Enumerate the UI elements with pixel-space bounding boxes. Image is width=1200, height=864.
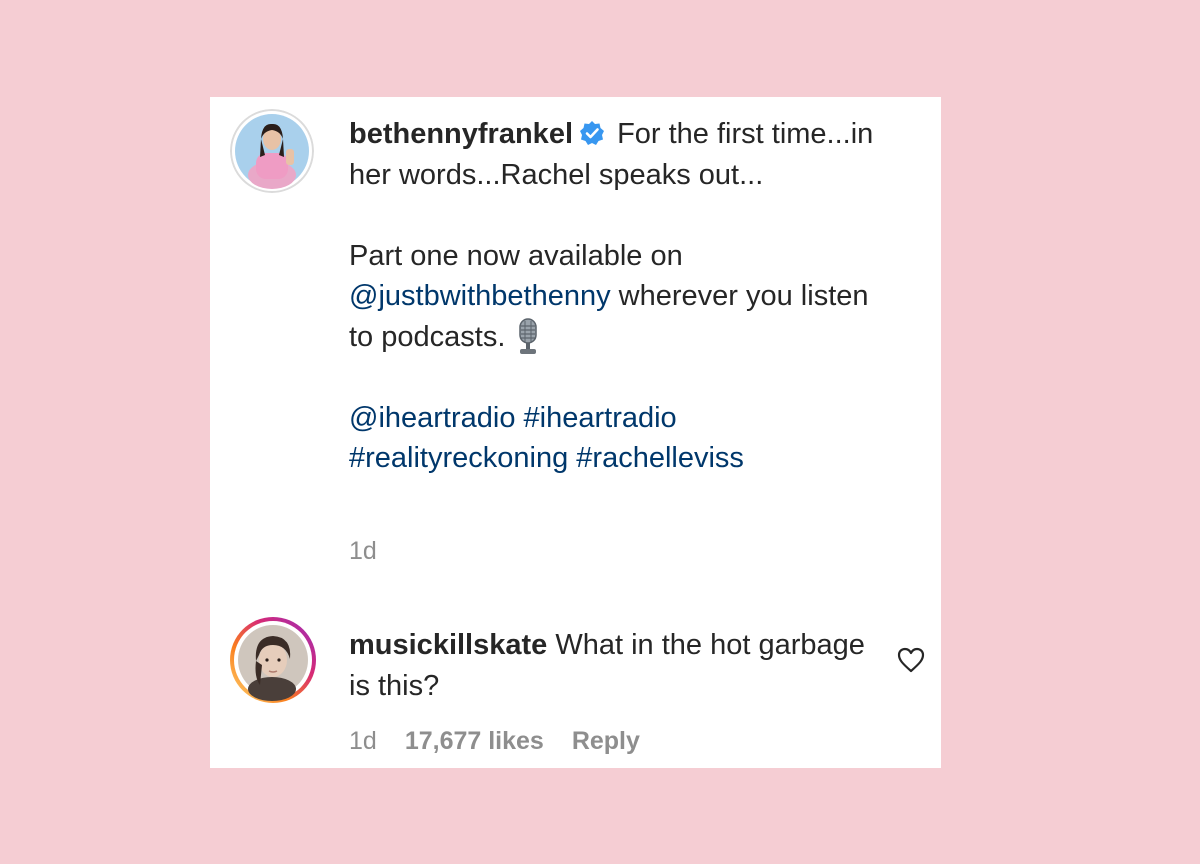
hashtag-realityreckoning[interactable]: #realityreckoning xyxy=(349,442,568,474)
post-username[interactable]: bethennyfrankel xyxy=(349,118,573,150)
microphone-icon xyxy=(511,317,545,356)
hashtag-iheartradio[interactable]: #iheartradio xyxy=(524,402,677,434)
heart-icon[interactable] xyxy=(897,647,925,673)
iheartradio-mention-link[interactable]: @iheartradio xyxy=(349,402,515,434)
commenter-avatar[interactable] xyxy=(228,615,318,705)
post-caption: bethennyfrankel For the first time...in … xyxy=(349,114,889,479)
podcast-mention-link[interactable]: @justbwithbethenny xyxy=(349,280,611,312)
commenter-username[interactable]: musickillskate xyxy=(349,629,547,661)
caption-availability-prefix: Part one now available on xyxy=(349,239,683,272)
instagram-comment-card: bethennyfrankel For the first time...in … xyxy=(210,97,941,768)
reply-button[interactable]: Reply xyxy=(572,727,640,755)
comment-text: musickillskate What in the hot garbage i… xyxy=(349,625,869,706)
verified-badge-icon xyxy=(579,120,605,146)
hashtag-rachelleviss[interactable]: #rachelleviss xyxy=(576,442,744,474)
comment-timestamp[interactable]: 1d xyxy=(349,727,377,755)
post-timestamp[interactable]: 1d xyxy=(349,537,377,566)
post-author-avatar[interactable] xyxy=(230,109,314,193)
comment-likes-count[interactable]: 17,677 likes xyxy=(405,727,544,755)
comment-meta: 1d 17,677 likes Reply xyxy=(349,727,668,756)
